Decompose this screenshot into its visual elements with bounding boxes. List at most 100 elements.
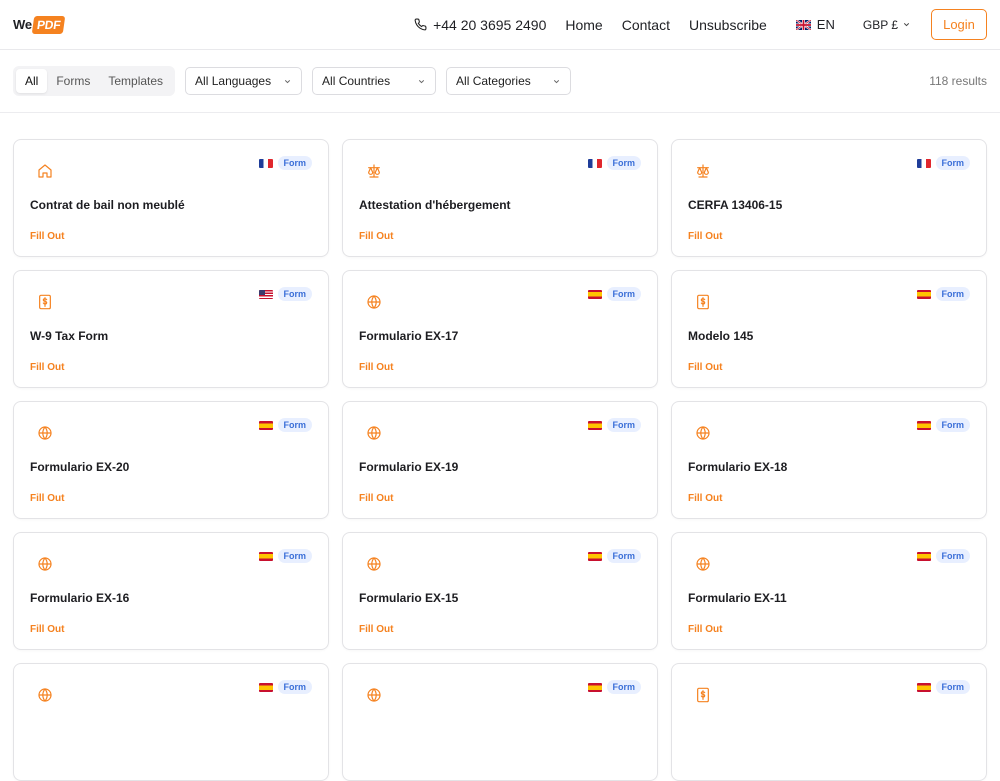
form-card[interactable]: Form Formulario EX-19 Fill Out [342, 401, 658, 519]
form-badge: Form [258, 549, 312, 563]
form-card[interactable]: Form Attestation d'hébergement Fill Out [342, 139, 658, 257]
form-badge: Form [587, 680, 641, 694]
type-pill: Form [935, 287, 970, 301]
top-header: We PDF +44 20 3695 2490 Home Contact Unsu… [0, 0, 1000, 50]
type-pill: Form [277, 156, 312, 170]
form-card[interactable]: Form Formulario EX-11 Fill Out [671, 532, 987, 650]
form-title: Formulario EX-19 [359, 460, 459, 474]
form-badge: Form [916, 680, 970, 694]
flag-fr-icon [258, 158, 273, 168]
flag-fr-icon [587, 158, 602, 168]
globe-icon [696, 557, 710, 571]
type-pill: Form [935, 549, 970, 563]
form-card[interactable]: Form Formulario EX-20 Fill Out [13, 401, 329, 519]
flag-es-icon [587, 682, 602, 692]
form-title: Formulario EX-20 [30, 460, 130, 474]
fill-out-link[interactable]: Fill Out [688, 624, 722, 635]
flag-es-icon [587, 420, 602, 430]
type-tabs: All Forms Templates [13, 66, 176, 96]
fill-out-link[interactable]: Fill Out [688, 493, 722, 504]
flag-fr-icon [916, 158, 931, 168]
chevron-down-icon [284, 79, 291, 83]
form-badge: Form [916, 418, 970, 432]
flag-es-icon [916, 420, 931, 430]
dollar-doc-icon [697, 294, 709, 310]
globe-icon [696, 426, 710, 440]
tab-forms[interactable]: Forms [47, 69, 99, 93]
fill-out-link[interactable]: Fill Out [30, 493, 64, 504]
globe-icon [38, 688, 52, 702]
languages-select[interactable]: All Languages [185, 67, 303, 95]
type-pill: Form [277, 680, 312, 694]
form-card[interactable]: Form [13, 663, 329, 781]
fill-out-link[interactable]: Fill Out [359, 493, 393, 504]
flag-es-icon [916, 289, 931, 299]
fill-out-link[interactable]: Fill Out [30, 362, 64, 373]
form-card[interactable]: Form Formulario EX-16 Fill Out [13, 532, 329, 650]
form-card[interactable]: Form [342, 663, 658, 781]
form-card[interactable]: Form CERFA 13406-15 Fill Out [671, 139, 987, 257]
fill-out-link[interactable]: Fill Out [359, 362, 393, 373]
form-title: Modelo 145 [688, 329, 754, 343]
login-button[interactable]: Login [931, 9, 987, 40]
type-pill: Form [606, 680, 641, 694]
form-card[interactable]: Form [671, 663, 987, 781]
nav-unsubscribe[interactable]: Unsubscribe [689, 17, 767, 33]
scale-icon [368, 164, 380, 178]
form-card[interactable]: Form Formulario EX-15 Fill Out [342, 532, 658, 650]
currency-label: GBP £ [862, 17, 898, 32]
form-card[interactable]: Form W-9 Tax Form Fill Out [13, 270, 329, 388]
form-badge: Form [587, 418, 641, 432]
type-pill: Form [277, 287, 312, 301]
fill-out-link[interactable]: Fill Out [30, 231, 64, 242]
form-title: Formulario EX-16 [30, 591, 130, 605]
form-card[interactable]: Form Contrat de bail non meublé Fill Out [13, 139, 329, 257]
fill-out-link[interactable]: Fill Out [359, 231, 393, 242]
languages-select-value: All Languages [195, 74, 272, 88]
logo-we: We [13, 17, 32, 32]
type-pill: Form [606, 549, 641, 563]
scale-icon [697, 164, 709, 178]
form-title: Attestation d'hébergement [359, 198, 511, 212]
fill-out-link[interactable]: Fill Out [688, 362, 722, 373]
nav-home[interactable]: Home [565, 17, 602, 33]
countries-select-value: All Countries [322, 74, 391, 88]
dollar-doc-icon [39, 294, 51, 310]
fill-out-link[interactable]: Fill Out [688, 231, 722, 242]
home-icon [38, 164, 52, 178]
globe-icon [38, 426, 52, 440]
form-badge: Form [258, 156, 312, 170]
type-pill: Form [606, 287, 641, 301]
form-badge: Form [587, 156, 641, 170]
nav-contact[interactable]: Contact [622, 17, 670, 33]
flag-es-icon [916, 682, 931, 692]
tab-all[interactable]: All [16, 69, 48, 93]
tab-templates[interactable]: Templates [99, 69, 172, 93]
logo[interactable]: We PDF [13, 15, 66, 34]
form-badge: Form [587, 287, 641, 301]
fill-out-link[interactable]: Fill Out [359, 624, 393, 635]
form-title: CERFA 13406-15 [688, 198, 783, 212]
type-pill: Form [606, 418, 641, 432]
form-title: Formulario EX-17 [359, 329, 459, 343]
form-title: Formulario EX-15 [359, 591, 459, 605]
form-badge: Form [258, 680, 312, 694]
form-card[interactable]: Form Formulario EX-18 Fill Out [671, 401, 987, 519]
categories-select[interactable]: All Categories [446, 67, 572, 95]
form-badge: Form [258, 287, 312, 301]
currency-selector[interactable]: GBP £ [863, 18, 911, 32]
fill-out-link[interactable]: Fill Out [30, 624, 64, 635]
form-card[interactable]: Form Modelo 145 Fill Out [671, 270, 987, 388]
chevron-down-icon [903, 23, 910, 27]
flag-us-icon [258, 289, 273, 299]
phone-link[interactable]: +44 20 3695 2490 [414, 17, 546, 33]
form-card-grid: Form Contrat de bail non meublé Fill Out Fo… [13, 139, 987, 781]
form-title: W-9 Tax Form [30, 329, 109, 343]
globe-icon [367, 557, 381, 571]
form-card[interactable]: Form Formulario EX-17 Fill Out [342, 270, 658, 388]
language-selector[interactable]: EN [795, 17, 835, 32]
form-badge: Form [258, 418, 312, 432]
type-pill: Form [935, 156, 970, 170]
countries-select[interactable]: All Countries [312, 67, 437, 95]
chevron-down-icon [553, 79, 560, 83]
